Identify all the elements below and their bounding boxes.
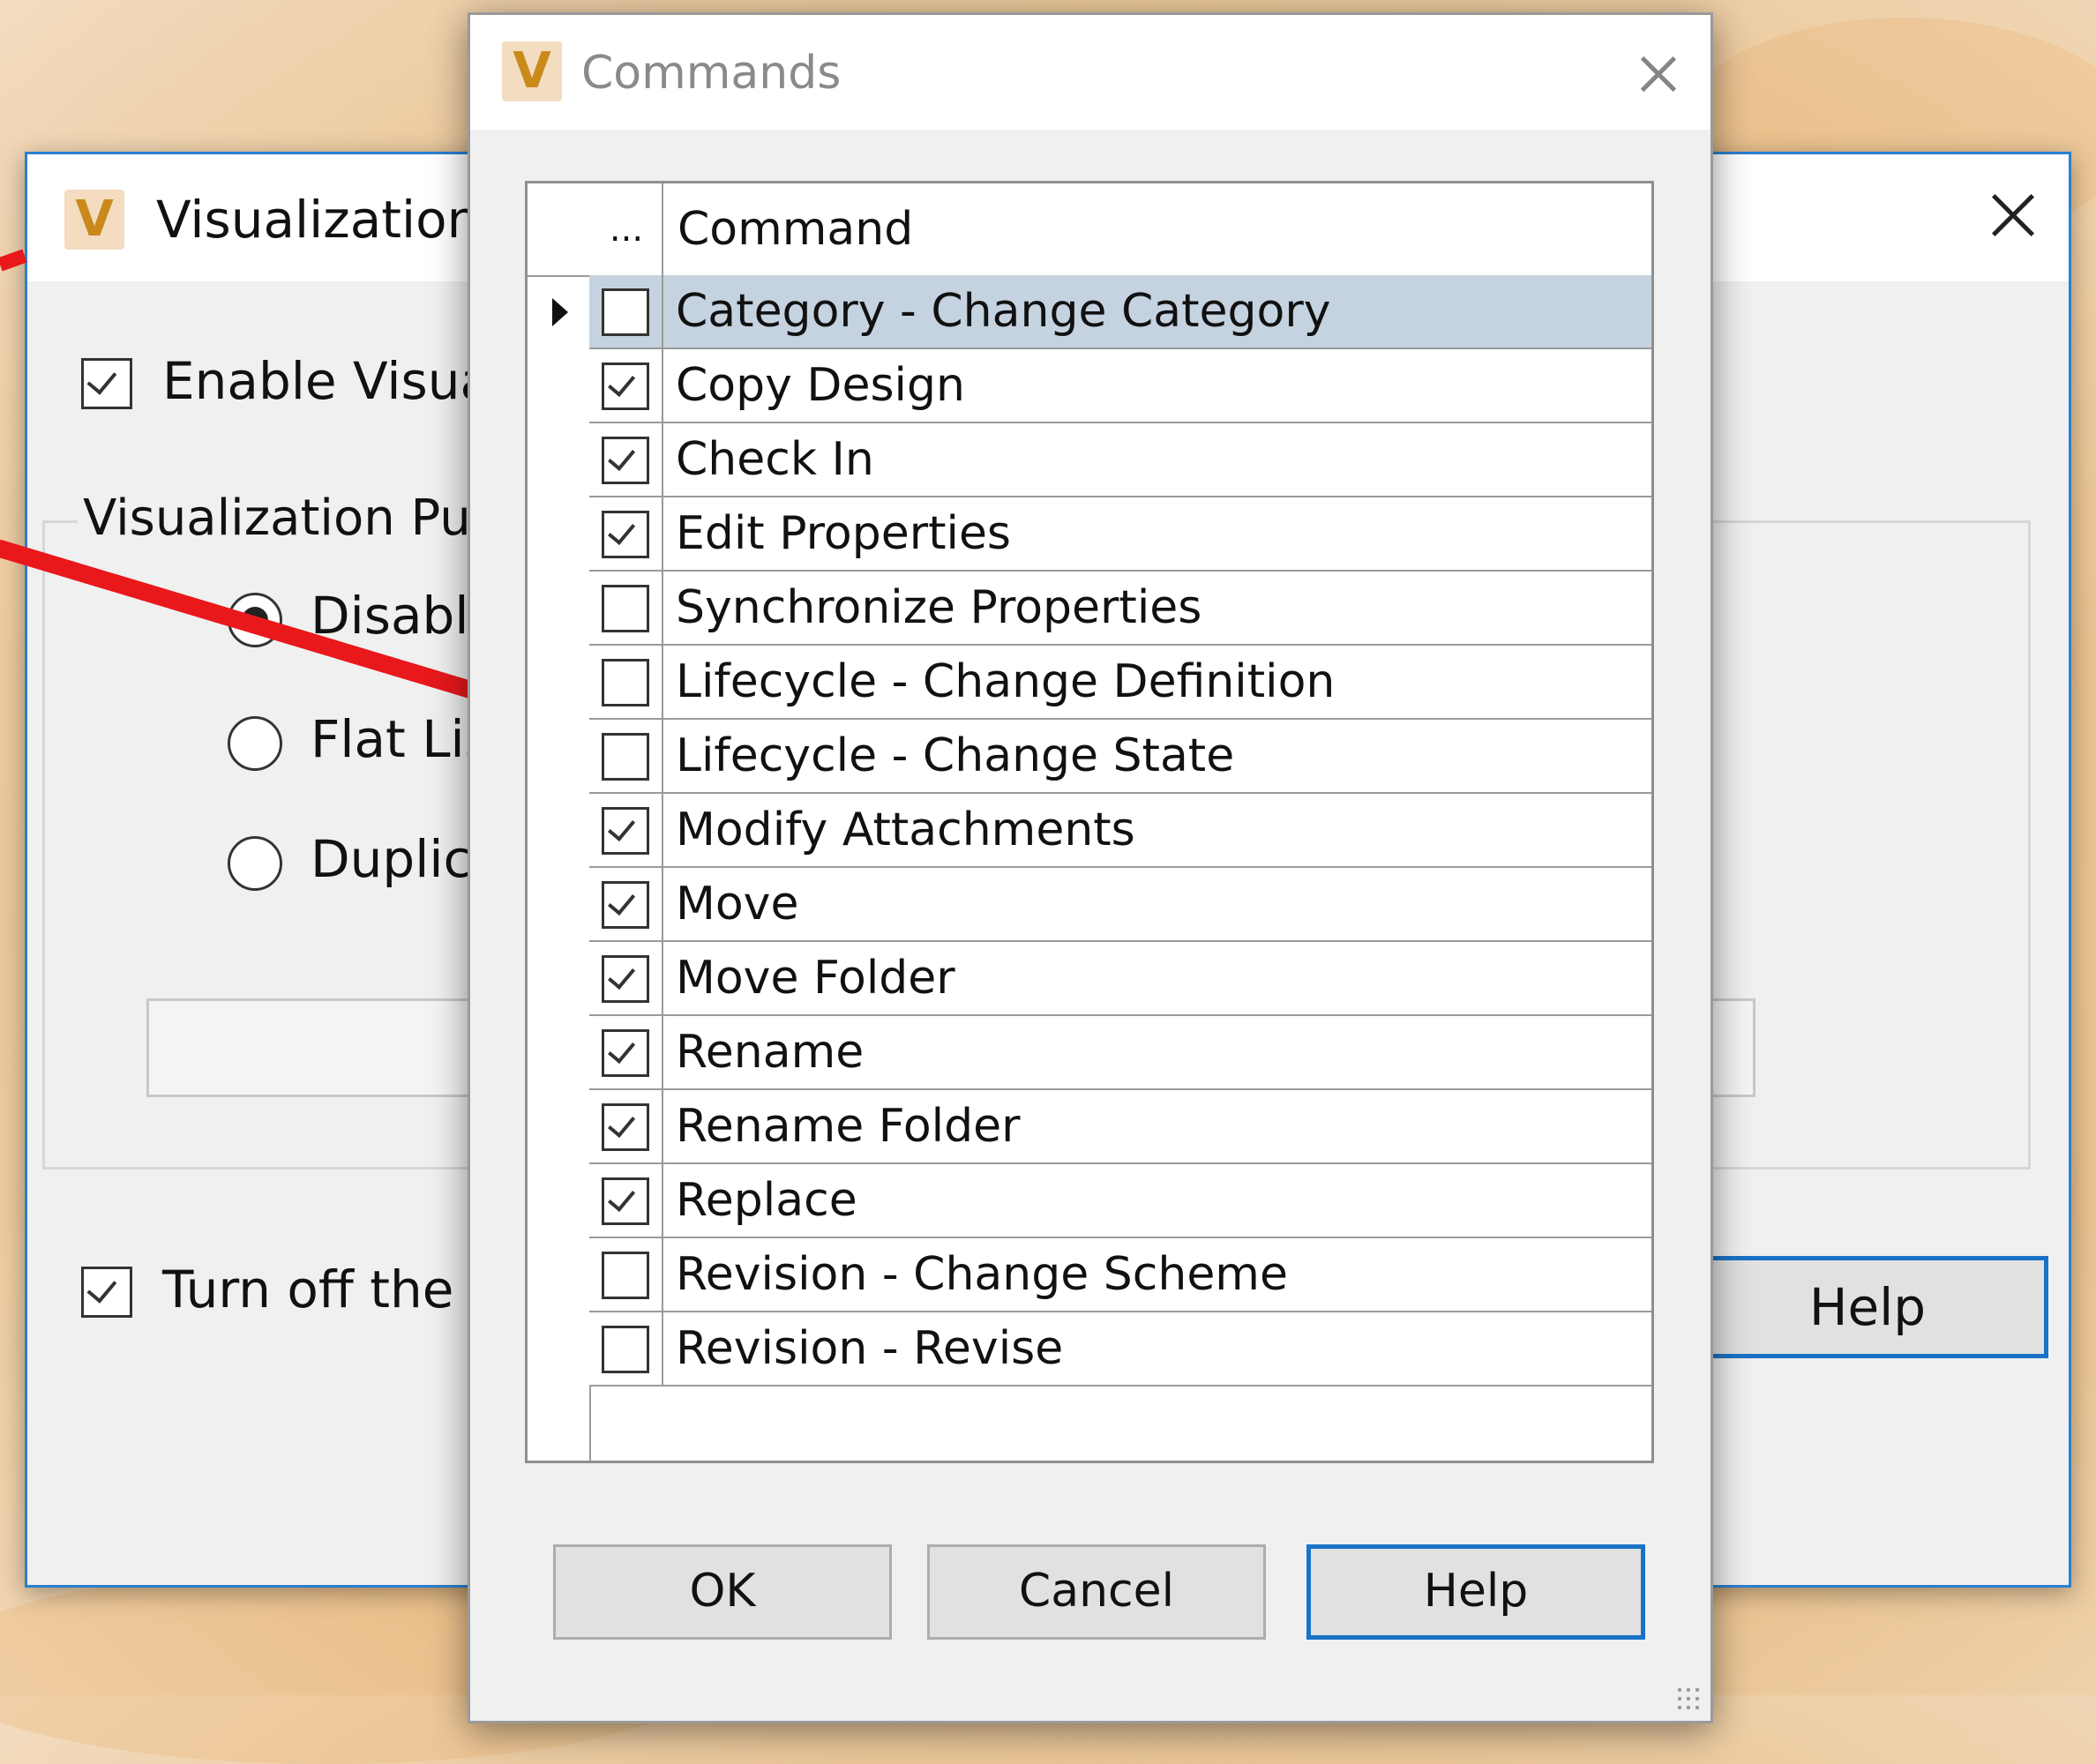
vault-logo-icon: V (502, 41, 562, 101)
table-row[interactable]: Modify Attachments (589, 794, 1651, 868)
row-checkbox[interactable] (602, 363, 649, 410)
checkbox-cell (589, 1238, 663, 1311)
command-name: Move (676, 878, 799, 931)
table-row[interactable]: Category - Change Category (589, 275, 1651, 349)
table-row[interactable]: Check In (589, 423, 1651, 497)
command-name: Rename Folder (676, 1100, 1021, 1153)
table-row[interactable]: Revision - Revise (589, 1312, 1651, 1387)
commands-grid: ... Command Category - Change Category Co… (525, 181, 1654, 1463)
checkbox-cell (589, 794, 663, 866)
table-row[interactable]: Lifecycle - Change Definition (589, 646, 1651, 720)
command-name: Revision - Revise (676, 1322, 1064, 1375)
commands-dialog-titlebar: V Commands (470, 15, 1710, 130)
grid-header: ... Command (528, 183, 1651, 277)
checkbox-cell (589, 1164, 663, 1237)
table-row[interactable]: Replace (589, 1164, 1651, 1238)
table-row[interactable]: Synchronize Properties (589, 572, 1651, 646)
table-row[interactable]: Revision - Change Scheme (589, 1238, 1651, 1312)
checkbox-cell (589, 942, 663, 1014)
cancel-button[interactable]: Cancel (927, 1544, 1266, 1640)
command-name: Check In (676, 433, 874, 486)
command-name: Move Folder (676, 952, 955, 1005)
command-name: Edit Properties (676, 507, 1012, 560)
header-dots[interactable]: ... (591, 183, 663, 275)
checkbox-cell (589, 1312, 663, 1385)
table-row[interactable]: Rename Folder (589, 1090, 1651, 1164)
close-icon[interactable] (1633, 49, 1684, 100)
row-checkbox[interactable] (602, 437, 649, 484)
table-row[interactable]: Move Folder (589, 942, 1651, 1016)
command-name: Lifecycle - Change State (676, 729, 1235, 782)
command-name: Lifecycle - Change Definition (676, 655, 1336, 708)
commands-dialog: V Commands ... Command Category - Change… (468, 12, 1713, 1723)
checkbox-cell (589, 868, 663, 940)
row-checkbox[interactable] (602, 1029, 649, 1077)
command-name: Synchronize Properties (676, 581, 1202, 634)
checkbox-cell (589, 349, 663, 422)
checkbox-cell (589, 1016, 663, 1088)
resize-grip-icon[interactable] (1675, 1686, 1702, 1712)
row-checkbox[interactable] (602, 1326, 649, 1373)
header-command[interactable]: Command (677, 183, 913, 275)
checkbox-cell (589, 646, 663, 718)
checkbox-cell (589, 423, 663, 496)
checkbox-cell (589, 1090, 663, 1162)
commands-dialog-title: Commands (581, 47, 842, 100)
table-row[interactable]: Copy Design (589, 349, 1651, 423)
row-checkbox[interactable] (602, 1103, 649, 1151)
row-checkbox[interactable] (602, 733, 649, 781)
command-name: Revision - Change Scheme (676, 1248, 1288, 1301)
arrow-line-upper (0, 249, 27, 272)
command-name: Replace (676, 1174, 857, 1227)
row-header-column (528, 183, 591, 1461)
command-name: Rename (676, 1026, 865, 1079)
arrow-line (0, 540, 538, 716)
row-checkbox[interactable] (602, 881, 649, 929)
row-checkbox[interactable] (602, 955, 649, 1003)
checkbox-cell (589, 572, 663, 644)
command-name: Modify Attachments (676, 804, 1135, 856)
table-row[interactable]: Rename (589, 1016, 1651, 1090)
checkbox-cell (589, 497, 663, 570)
command-name: Category - Change Category (676, 285, 1331, 338)
checkbox-cell (589, 275, 663, 348)
help-button[interactable]: Help (1306, 1544, 1645, 1640)
row-checkbox[interactable] (602, 1177, 649, 1225)
checkbox-cell (589, 720, 663, 792)
table-row[interactable]: Lifecycle - Change State (589, 720, 1651, 794)
row-checkbox[interactable] (602, 288, 649, 336)
command-name: Copy Design (676, 359, 965, 412)
row-checkbox[interactable] (602, 807, 649, 855)
current-row-pointer-icon (552, 298, 568, 326)
ok-button[interactable]: OK (553, 1544, 892, 1640)
row-checkbox[interactable] (602, 1252, 649, 1299)
table-row[interactable]: Edit Properties (589, 497, 1651, 572)
table-row[interactable]: Move (589, 868, 1651, 942)
row-checkbox[interactable] (602, 511, 649, 558)
row-checkbox[interactable] (602, 585, 649, 632)
row-checkbox[interactable] (602, 659, 649, 706)
